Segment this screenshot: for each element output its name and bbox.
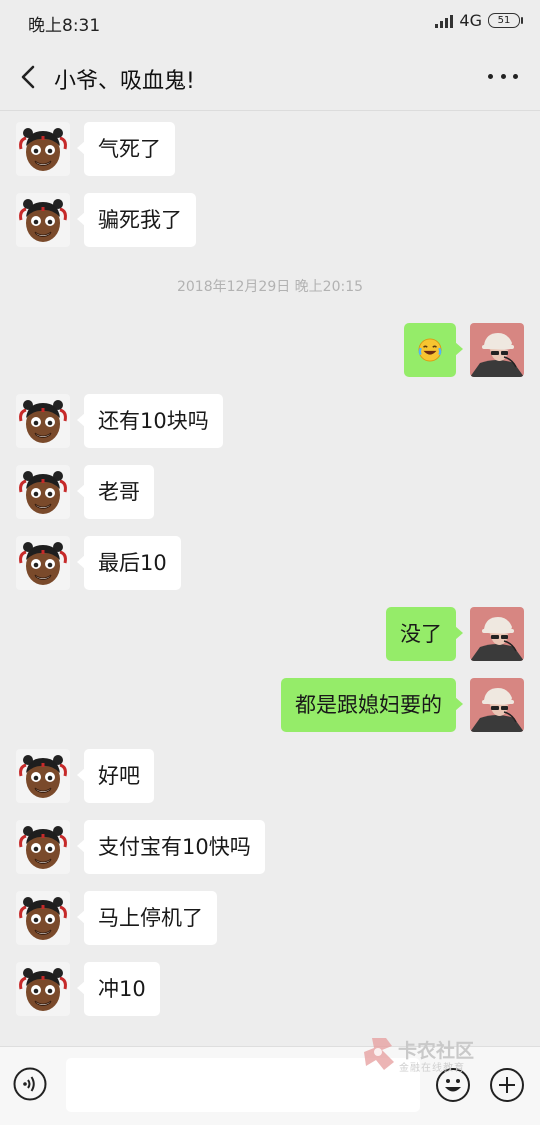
contact-avatar[interactable] [16, 193, 70, 247]
contact-avatar[interactable] [16, 962, 70, 1016]
my-avatar[interactable] [470, 323, 524, 377]
message-bubble[interactable]: 还有10块吗 [77, 394, 223, 448]
message-row: 都是跟媳妇要的 [267, 678, 524, 732]
message-row: 气死了 [16, 122, 189, 176]
my-avatar[interactable] [470, 607, 524, 661]
watermark-subtitle: 金融在线教育 [399, 1063, 465, 1074]
my-avatar[interactable] [470, 678, 524, 732]
status-time: 晚上8:31 [28, 16, 101, 36]
message-row: 支付宝有10快吗 [16, 820, 279, 874]
message-timestamp: 2018年12月29日 晚上20:15 [176, 279, 364, 295]
message-bubble[interactable]: 马上停机了 [77, 891, 217, 945]
contact-avatar[interactable] [16, 749, 70, 803]
contact-avatar[interactable] [16, 122, 70, 176]
message-bubble[interactable]: 气死了 [77, 122, 175, 176]
contact-avatar[interactable] [16, 820, 70, 874]
message-row: 骗死我了 [16, 193, 210, 247]
voice-input-icon[interactable] [13, 1067, 47, 1101]
message-row: 马上停机了 [16, 891, 231, 945]
message-bubble[interactable]: 都是跟媳妇要的 [281, 678, 463, 732]
message-row: 老哥 [16, 465, 168, 519]
signal-icon [435, 14, 454, 28]
message-row: 好吧 [16, 749, 168, 803]
more-functions-plus-icon[interactable] [489, 1067, 525, 1103]
chat-header: 小爷、吸血鬼! [0, 44, 540, 111]
watermark-logo-icon [364, 1038, 394, 1070]
message-bubble[interactable]: 冲10 [77, 962, 160, 1016]
more-options-icon[interactable] [488, 66, 518, 86]
message-row [390, 323, 524, 377]
message-row: 最后10 [16, 536, 195, 590]
contact-avatar[interactable] [16, 536, 70, 590]
message-row: 冲10 [16, 962, 174, 1016]
contact-avatar[interactable] [16, 394, 70, 448]
message-bubble[interactable]: 骗死我了 [77, 193, 196, 247]
chat-title: 小爷、吸血鬼! [54, 69, 195, 94]
message-row: 还有10块吗 [16, 394, 237, 448]
battery-icon: 51 [488, 13, 523, 28]
back-arrow-icon[interactable] [14, 60, 44, 94]
message-bubble[interactable]: 最后10 [77, 536, 181, 590]
message-bubble[interactable]: 好吧 [77, 749, 154, 803]
laughing-crying-emoji-icon [418, 338, 442, 362]
status-indicators: 4G 51 [435, 11, 523, 30]
message-bubble[interactable]: 支付宝有10快吗 [77, 820, 265, 874]
status-bar: 晚上8:31 4G 51 [0, 0, 540, 44]
message-bubble[interactable] [404, 323, 463, 377]
watermark: 卡农社区 金融在线教育 [362, 1034, 482, 1074]
contact-avatar[interactable] [16, 465, 70, 519]
message-row: 没了 [372, 607, 524, 661]
contact-avatar[interactable] [16, 891, 70, 945]
message-bubble[interactable]: 没了 [386, 607, 463, 661]
network-type: 4G [459, 11, 482, 30]
message-bubble[interactable]: 老哥 [77, 465, 154, 519]
